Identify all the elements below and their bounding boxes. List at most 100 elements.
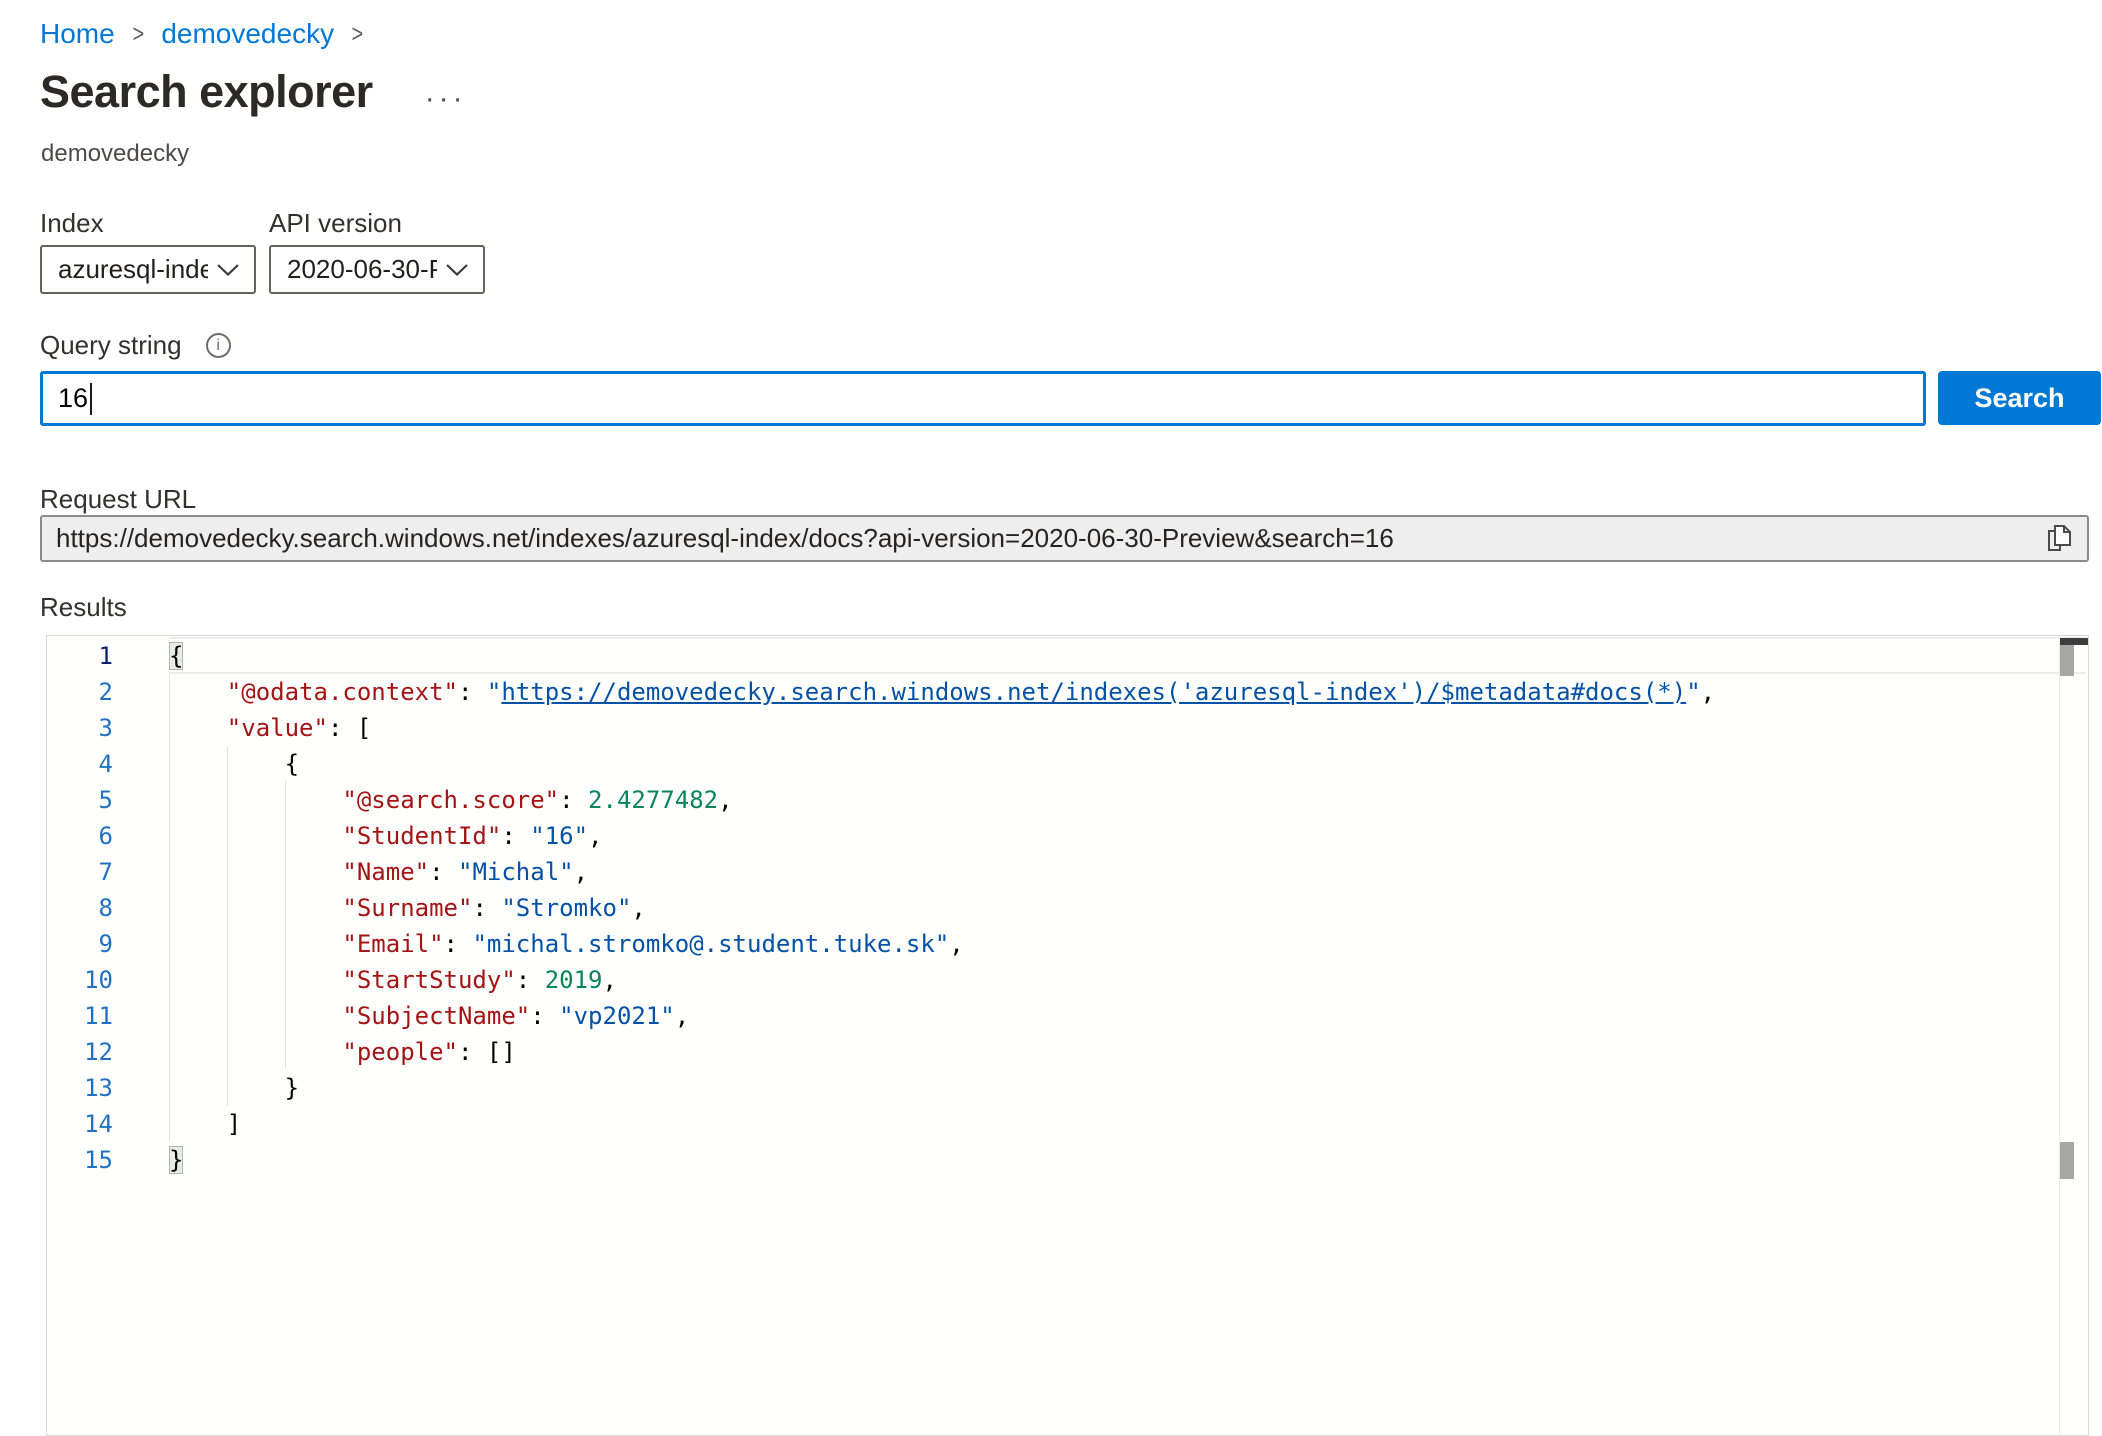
query-string-label: Query string — [40, 330, 182, 361]
code-line[interactable]: 10 "StartStudy": 2019, — [47, 962, 2088, 998]
indent-guide — [227, 998, 228, 1034]
results-json-editor[interactable]: 1{2 "@odata.context": "https://demovedec… — [46, 635, 2089, 1436]
code-line-content: "@odata.context": "https://demovedecky.s… — [169, 674, 2088, 710]
indent-guide — [227, 854, 228, 890]
code-token: ] — [227, 1110, 241, 1138]
indent-guide — [169, 782, 170, 818]
overview-ruler-cursor-mark — [2060, 638, 2089, 645]
line-number: 12 — [47, 1034, 169, 1070]
code-line-content: "@search.score": 2.4277482, — [169, 782, 2088, 818]
overview-ruler-bracket-mark-top[interactable] — [2060, 645, 2074, 676]
code-token: 2019 — [545, 966, 603, 994]
line-number: 10 — [47, 962, 169, 998]
overview-ruler-bracket-mark-bottom[interactable] — [2060, 1142, 2074, 1179]
code-line[interactable]: 15} — [47, 1142, 2088, 1178]
code-token: { — [169, 642, 183, 670]
code-line[interactable]: 14 ] — [47, 1106, 2088, 1142]
search-button[interactable]: Search — [1938, 371, 2101, 425]
page-subtitle: demovedecky — [41, 140, 189, 168]
breadcrumb: Home > demovedecky > — [40, 18, 381, 50]
code-link[interactable]: https://demovedecky.search.windows.net/i… — [501, 678, 1686, 706]
code-token: { — [285, 750, 299, 778]
code-token: " — [1686, 678, 1700, 706]
code-lines: 1{2 "@odata.context": "https://demovedec… — [47, 636, 2088, 1178]
code-line-content: } — [169, 1142, 2088, 1178]
index-label: Index — [40, 208, 104, 239]
code-token: : — [444, 930, 473, 958]
code-line[interactable]: 12 "people": [] — [47, 1034, 2088, 1070]
code-line[interactable]: 9 "Email": "michal.stromko@.student.tuke… — [47, 926, 2088, 962]
code-line-content: "value": [ — [169, 710, 2088, 746]
code-token: : — [458, 678, 487, 706]
more-options-icon[interactable]: ··· — [425, 82, 467, 116]
code-token: , — [949, 930, 963, 958]
line-number: 14 — [47, 1106, 169, 1142]
index-dropdown-value: azuresql-index — [58, 254, 208, 285]
indent-guide — [169, 854, 170, 890]
code-line[interactable]: 2 "@odata.context": "https://demovedecky… — [47, 674, 2088, 710]
info-icon[interactable]: i — [206, 333, 231, 358]
code-token: , — [588, 822, 602, 850]
indent-guide — [285, 998, 286, 1034]
line-number: 4 — [47, 746, 169, 782]
breadcrumb-chevron-icon: > — [132, 20, 144, 49]
code-token: "@search.score" — [342, 786, 559, 814]
indent-guide — [169, 818, 170, 854]
breadcrumb-home-link[interactable]: Home — [40, 18, 115, 50]
copy-icon[interactable] — [2046, 523, 2073, 555]
overview-ruler-border — [2059, 636, 2060, 1435]
code-line-content: "Name": "Michal", — [169, 854, 2088, 890]
indent-guide — [169, 926, 170, 962]
indent-guide — [285, 1034, 286, 1070]
code-token: "Name" — [342, 858, 429, 886]
chevron-down-icon — [445, 263, 469, 277]
indent-guide — [227, 782, 228, 818]
indent-guide — [169, 998, 170, 1034]
code-token: "value" — [227, 714, 328, 742]
code-token: } — [285, 1074, 299, 1102]
code-token: , — [574, 858, 588, 886]
code-token: "16" — [530, 822, 588, 850]
indent-guide — [285, 818, 286, 854]
code-token: , — [602, 966, 616, 994]
code-line-content: } — [169, 1070, 2088, 1106]
code-token: } — [169, 1146, 183, 1174]
code-line-content: ] — [169, 1106, 2088, 1142]
api-version-dropdown[interactable]: 2020-06-30-Pre... — [269, 245, 485, 294]
code-line[interactable]: 7 "Name": "Michal", — [47, 854, 2088, 890]
code-token: "people" — [342, 1038, 458, 1066]
page-title: Search explorer — [40, 66, 373, 118]
code-line[interactable]: 5 "@search.score": 2.4277482, — [47, 782, 2088, 818]
code-line-content: "Email": "michal.stromko@.student.tuke.s… — [169, 926, 2088, 962]
code-token: "StudentId" — [342, 822, 501, 850]
index-dropdown[interactable]: azuresql-index — [40, 245, 256, 294]
request-url-bar: https://demovedecky.search.windows.net/i… — [40, 515, 2089, 562]
code-line[interactable]: 11 "SubjectName": "vp2021", — [47, 998, 2088, 1034]
code-line[interactable]: 4 { — [47, 746, 2088, 782]
breadcrumb-service-link[interactable]: demovedecky — [161, 18, 334, 50]
indent-guide — [227, 962, 228, 998]
indent-guide — [227, 890, 228, 926]
code-line[interactable]: 6 "StudentId": "16", — [47, 818, 2088, 854]
api-version-label: API version — [269, 208, 402, 239]
line-number: 7 — [47, 854, 169, 890]
code-line[interactable]: 3 "value": [ — [47, 710, 2088, 746]
line-number: 2 — [47, 674, 169, 710]
indent-guide — [169, 1070, 170, 1106]
code-token: "michal.stromko@.student.tuke.sk" — [472, 930, 949, 958]
indent-guide — [227, 818, 228, 854]
code-token: "vp2021" — [559, 1002, 675, 1030]
code-line[interactable]: 8 "Surname": "Stromko", — [47, 890, 2088, 926]
code-line[interactable]: 1{ — [47, 638, 2088, 674]
query-string-input[interactable]: 16 — [40, 371, 1926, 426]
indent-guide — [169, 746, 170, 782]
code-line-content: "people": [] — [169, 1034, 2088, 1070]
line-number: 15 — [47, 1142, 169, 1178]
code-token: : — [501, 822, 530, 850]
indent-guide — [169, 890, 170, 926]
code-line-content: "StartStudy": 2019, — [169, 962, 2088, 998]
search-explorer-page: Home > demovedecky > Search explorer ···… — [0, 0, 2102, 1436]
code-token: , — [718, 786, 732, 814]
indent-guide — [169, 1034, 170, 1070]
code-line[interactable]: 13 } — [47, 1070, 2088, 1106]
